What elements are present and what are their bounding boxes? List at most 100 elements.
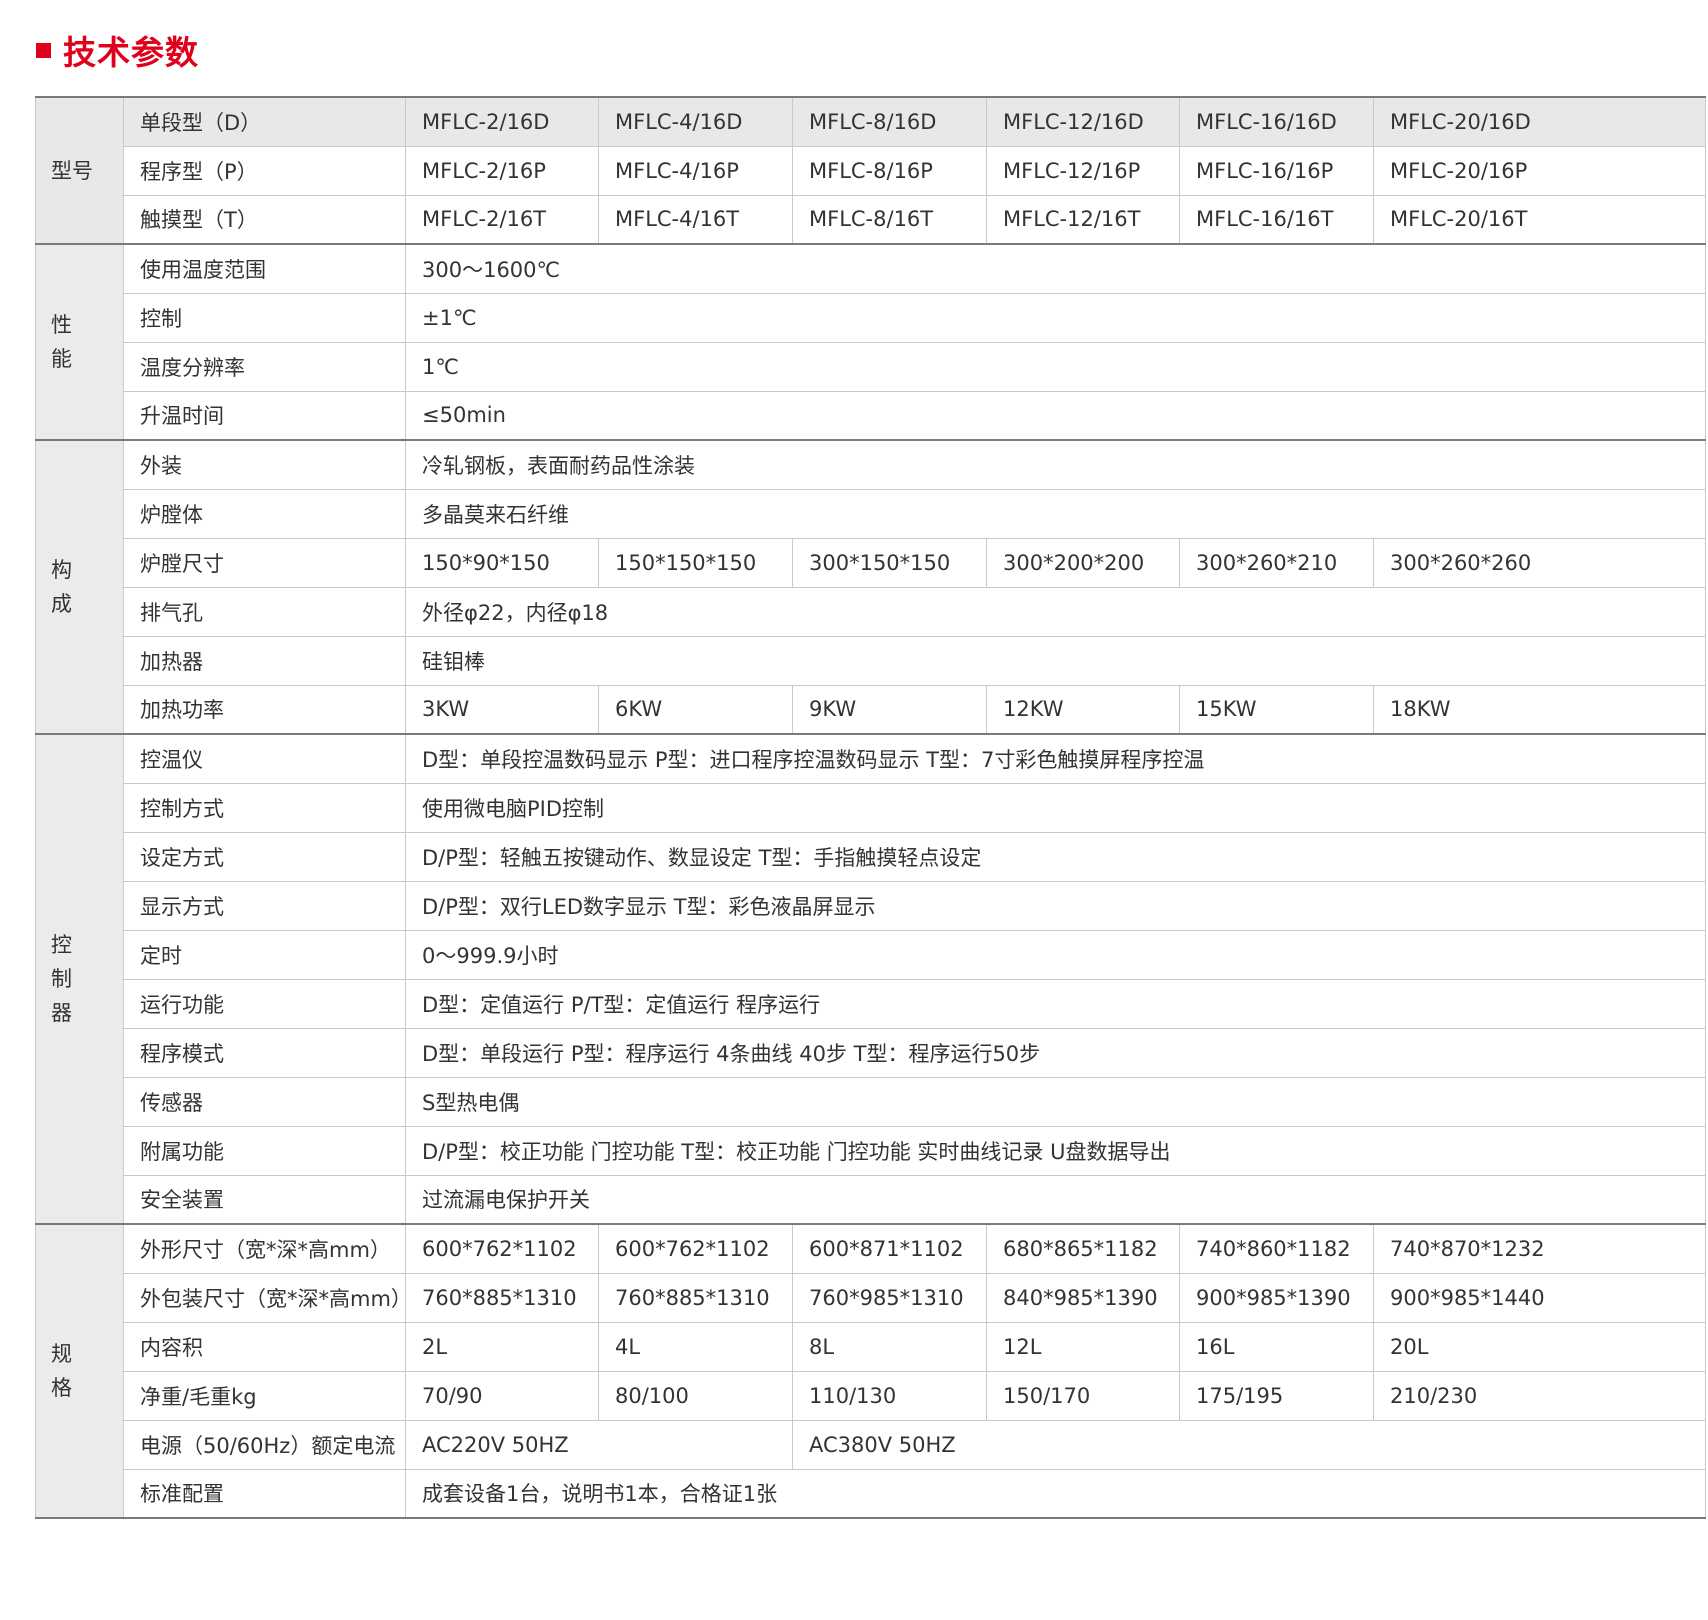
table-cell: 680*865*1182 — [986, 1223, 1180, 1274]
row-label: 显示方式 — [123, 880, 406, 931]
table-row: 内容积 2L 4L 8L 12L 16L 20L — [36, 1321, 1706, 1372]
table-cell: D/P型：双行LED数字显示 T型：彩色液晶屏显示 — [405, 880, 1706, 931]
table-cell: 硅钼棒 — [405, 635, 1706, 686]
table-cell: MFLC-16/16D — [1179, 96, 1374, 147]
row-label: 加热器 — [123, 635, 406, 686]
table-cell: 300*260*260 — [1373, 537, 1706, 588]
table-cell: 冷轧钢板，表面耐药品性涂装 — [405, 439, 1706, 490]
table-row: 型号 单段型（D） MFLC-2/16D MFLC-4/16D MFLC-8/1… — [35, 96, 1706, 245]
table-cell: 600*762*1102 — [405, 1223, 599, 1274]
row-label: 触摸型（T） — [123, 194, 406, 245]
table-row: 运行功能 D型：定值运行 P/T型：定值运行 程序运行 — [36, 978, 1706, 1029]
table-cell: ≤50min — [405, 390, 1706, 441]
table-cell: D/P型：轻触五按键动作、数显设定 T型：手指触摸轻点设定 — [405, 831, 1706, 882]
table-cell: 600*871*1102 — [792, 1223, 987, 1274]
table-cell: 900*985*1440 — [1373, 1272, 1706, 1323]
table-cell: 840*985*1390 — [986, 1272, 1180, 1323]
table-row: 控制 ±1℃ — [36, 292, 1706, 343]
row-label: 外形尺寸（宽*深*高mm） — [123, 1223, 406, 1274]
table-row: 触摸型（T） MFLC-2/16T MFLC-4/16T MFLC-8/16T … — [36, 194, 1706, 245]
table-cell: 外径φ22，内径φ18 — [405, 586, 1706, 637]
table-row: 程序模式 D型：单段运行 P型：程序运行 4条曲线 40步 T型：程序运行50步 — [36, 1027, 1706, 1078]
table-cell: S型热电偶 — [405, 1076, 1706, 1127]
table-cell: 150/170 — [986, 1370, 1180, 1421]
row-label: 程序型（P） — [123, 145, 406, 196]
table-cell: MFLC-4/16T — [598, 194, 793, 245]
table-cell: 12KW — [986, 684, 1180, 735]
table-cell: 70/90 — [405, 1370, 599, 1421]
table-cell: MFLC-12/16P — [986, 145, 1180, 196]
section-heading: 技术参数 — [36, 26, 199, 74]
table-cell: D/P型：校正功能 门控功能 T型：校正功能 门控功能 实时曲线记录 U盘数据导… — [405, 1125, 1706, 1176]
table-cell: 760*885*1310 — [598, 1272, 793, 1323]
table-row: 规格 外形尺寸（宽*深*高mm） 600*762*1102 600*762*11… — [35, 1223, 1706, 1519]
table-row: 炉膛体 多晶莫来石纤维 — [36, 488, 1706, 539]
table-cell: 12L — [986, 1321, 1180, 1372]
table-cell: MFLC-16/16P — [1179, 145, 1374, 196]
table-cell: MFLC-12/16T — [986, 194, 1180, 245]
table-cell: MFLC-20/16T — [1373, 194, 1706, 245]
row-label: 程序模式 — [123, 1027, 406, 1078]
row-label: 净重/毛重kg — [123, 1370, 406, 1421]
table-cell: 300*200*200 — [986, 537, 1180, 588]
group-label-controller: 控制器 — [35, 733, 124, 1225]
row-label: 温度分辨率 — [123, 341, 406, 392]
section-title: 技术参数 — [63, 33, 199, 72]
row-label: 加热功率 — [123, 684, 406, 735]
spec-table: 型号 单段型（D） MFLC-2/16D MFLC-4/16D MFLC-8/1… — [35, 96, 1706, 1519]
row-label: 排气孔 — [123, 586, 406, 637]
table-cell: 740*860*1182 — [1179, 1223, 1374, 1274]
table-cell: MFLC-8/16D — [792, 96, 987, 147]
table-cell: MFLC-4/16P — [598, 145, 793, 196]
table-row: 排气孔 外径φ22，内径φ18 — [36, 586, 1706, 637]
row-label: 标准配置 — [123, 1468, 406, 1519]
table-row: 构成 外装 冷轧钢板，表面耐药品性涂装 — [35, 439, 1706, 735]
table-cell: 过流漏电保护开关 — [405, 1174, 1706, 1225]
table-cell: MFLC-2/16D — [405, 96, 599, 147]
table-row: 升温时间 ≤50min — [36, 390, 1706, 441]
row-label: 控温仪 — [123, 733, 406, 784]
table-row: 性能 使用温度范围 300～1600℃ — [35, 243, 1706, 441]
heading-bullet-icon — [36, 42, 51, 58]
group-label-model: 型号 — [35, 96, 124, 245]
table-row: 设定方式 D/P型：轻触五按键动作、数显设定 T型：手指触摸轻点设定 — [36, 831, 1706, 882]
table-cell: AC220V 50HZ — [405, 1419, 793, 1470]
group-label-specs: 规格 — [35, 1223, 124, 1519]
group-label-performance: 性能 — [35, 243, 124, 441]
table-cell: 6KW — [598, 684, 793, 735]
table-row: 净重/毛重kg 70/90 80/100 110/130 150/170 175… — [36, 1370, 1706, 1421]
table-row: 外包装尺寸（宽*深*高mm） 760*885*1310 760*885*1310… — [36, 1272, 1706, 1323]
table-cell: 300*150*150 — [792, 537, 987, 588]
table-cell: 740*870*1232 — [1373, 1223, 1706, 1274]
row-label: 设定方式 — [123, 831, 406, 882]
table-cell: MFLC-8/16P — [792, 145, 987, 196]
row-label: 电源（50/60Hz）额定电流 — [123, 1419, 406, 1470]
table-cell: 1℃ — [405, 341, 1706, 392]
table-cell: D型：单段控温数码显示 P型：进口程序控温数码显示 T型：7寸彩色触摸屏程序控温 — [405, 733, 1706, 784]
table-cell: AC380V 50HZ — [792, 1419, 1706, 1470]
table-cell: MFLC-8/16T — [792, 194, 987, 245]
table-cell: MFLC-20/16D — [1373, 96, 1706, 147]
row-label: 安全装置 — [123, 1174, 406, 1225]
table-cell: MFLC-4/16D — [598, 96, 793, 147]
row-label: 炉膛尺寸 — [123, 537, 406, 588]
table-cell: 使用微电脑PID控制 — [405, 782, 1706, 833]
row-label: 内容积 — [123, 1321, 406, 1372]
row-label: 传感器 — [123, 1076, 406, 1127]
table-row: 控制器 控温仪 D型：单段控温数码显示 P型：进口程序控温数码显示 T型：7寸彩… — [35, 733, 1706, 1225]
table-cell: ±1℃ — [405, 292, 1706, 343]
table-row: 加热器 硅钼棒 — [36, 635, 1706, 686]
table-cell: 16L — [1179, 1321, 1374, 1372]
table-row: 安全装置 过流漏电保护开关 — [36, 1174, 1706, 1225]
table-cell: 760*985*1310 — [792, 1272, 987, 1323]
table-cell: MFLC-2/16T — [405, 194, 599, 245]
table-cell: 2L — [405, 1321, 599, 1372]
table-cell: 300*260*210 — [1179, 537, 1374, 588]
table-row: 定时 0～999.9小时 — [36, 929, 1706, 980]
table-cell: 多晶莫来石纤维 — [405, 488, 1706, 539]
table-row: 显示方式 D/P型：双行LED数字显示 T型：彩色液晶屏显示 — [36, 880, 1706, 931]
table-cell: 8L — [792, 1321, 987, 1372]
row-label: 附属功能 — [123, 1125, 406, 1176]
row-label: 外装 — [123, 439, 406, 490]
table-cell: MFLC-20/16P — [1373, 145, 1706, 196]
